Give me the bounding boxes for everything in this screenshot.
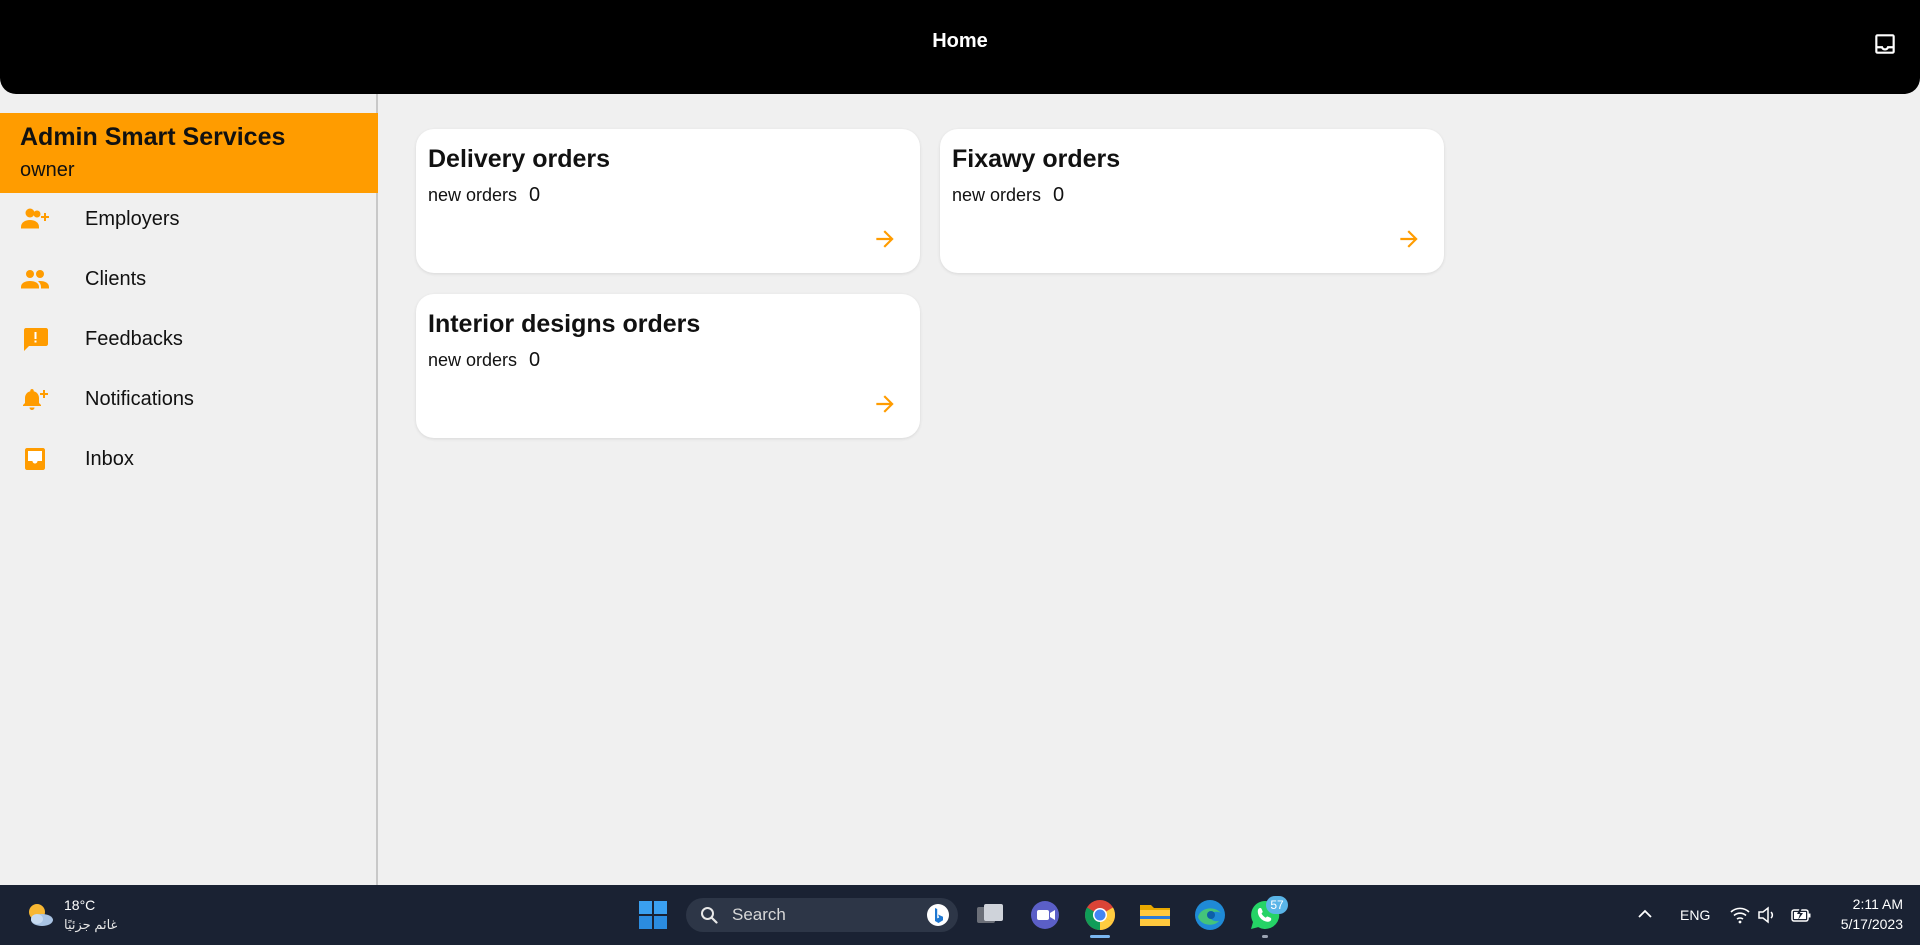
partly-cloudy-icon[interactable] [24, 899, 56, 931]
sidebar-item-label: Clients [85, 268, 147, 290]
inbox-icon[interactable] [1872, 31, 1898, 57]
file-explorer-button[interactable] [1137, 897, 1173, 933]
new-orders-row: new orders 0 [428, 184, 540, 207]
new-orders-count: 0 [1053, 184, 1065, 206]
task-view-button[interactable] [972, 897, 1008, 933]
language-indicator[interactable]: ENG [1680, 885, 1710, 945]
add-alert-icon [23, 389, 48, 410]
feedback-icon [24, 328, 48, 351]
new-orders-row: new orders 0 [952, 184, 1064, 207]
teams-icon [1031, 901, 1059, 929]
sidebar-item-label: Feedbacks [85, 328, 183, 350]
drawer-title: Admin Smart Services [20, 123, 286, 151]
chevron-up-icon[interactable] [1636, 905, 1654, 923]
search-icon [701, 907, 718, 924]
card-title: Fixawy orders [952, 145, 1121, 173]
drawer-header: Admin Smart Services owner [0, 113, 378, 193]
app-bar: Home [0, 0, 1920, 94]
weather-temperature: 18°C [64, 897, 96, 913]
chrome-icon [1084, 900, 1116, 930]
inbox-icon [25, 448, 45, 470]
active-app-indicator [1090, 935, 1110, 938]
sidebar-item-clients[interactable]: Clients [0, 249, 376, 309]
order-card-interior-designs[interactable]: Interior designs orders new orders 0 [416, 294, 920, 438]
clock-date[interactable]: 5/17/2023 [1841, 916, 1903, 932]
edge-button[interactable] [1192, 897, 1228, 933]
people-icon [21, 270, 49, 289]
taskbar-search[interactable]: Search [686, 898, 958, 932]
edge-icon [1195, 900, 1225, 930]
new-orders-row: new orders 0 [428, 349, 540, 372]
chrome-button[interactable] [1082, 897, 1118, 933]
battery-charging-icon[interactable] [1790, 905, 1812, 925]
drawer-subtitle: owner [20, 159, 75, 181]
bing-icon[interactable] [926, 903, 950, 927]
card-title: Interior designs orders [428, 310, 701, 338]
clock-time[interactable]: 2:11 AM [1853, 896, 1903, 912]
running-app-indicator [1262, 935, 1268, 938]
arrow-forward-icon[interactable] [1396, 226, 1422, 252]
sidebar-item-notifications[interactable]: Notifications [0, 369, 376, 429]
page-title: Home [932, 30, 988, 52]
sidebar-item-label: Notifications [85, 388, 194, 410]
new-orders-label: new orders [428, 185, 518, 205]
new-orders-label: new orders [428, 350, 518, 370]
whatsapp-unread-badge: 57 [1266, 896, 1288, 914]
taskbar: 18°C غائم جزئيًا Search 57 ENG 2:11 AM 5… [0, 885, 1920, 945]
task-view-icon [977, 904, 1003, 923]
volume-icon[interactable] [1757, 905, 1777, 925]
wifi-icon[interactable] [1730, 905, 1750, 925]
new-orders-count: 0 [529, 349, 541, 371]
weather-description: غائم جزئيًا [64, 917, 118, 932]
folder-icon [1140, 905, 1170, 926]
search-placeholder: Search [732, 905, 786, 924]
order-card-fixawy[interactable]: Fixawy orders new orders 0 [940, 129, 1444, 273]
sidebar-item-label: Employers [85, 208, 180, 230]
windows-start-icon[interactable] [638, 900, 668, 930]
sidebar-item-feedbacks[interactable]: Feedbacks [0, 309, 376, 369]
sidebar-item-employers[interactable]: Employers [0, 189, 376, 249]
new-orders-count: 0 [529, 184, 541, 206]
sidebar-item-label: Inbox [85, 448, 134, 470]
teams-button[interactable] [1027, 897, 1063, 933]
add-user-icon [21, 208, 49, 229]
order-card-delivery[interactable]: Delivery orders new orders 0 [416, 129, 920, 273]
sidebar-item-inbox[interactable]: Inbox [0, 429, 376, 489]
new-orders-label: new orders [952, 185, 1042, 205]
arrow-forward-icon[interactable] [872, 226, 898, 252]
navigation-drawer: Admin Smart Services owner Employers Cli… [0, 94, 378, 885]
arrow-forward-icon[interactable] [872, 391, 898, 417]
card-title: Delivery orders [428, 145, 611, 173]
